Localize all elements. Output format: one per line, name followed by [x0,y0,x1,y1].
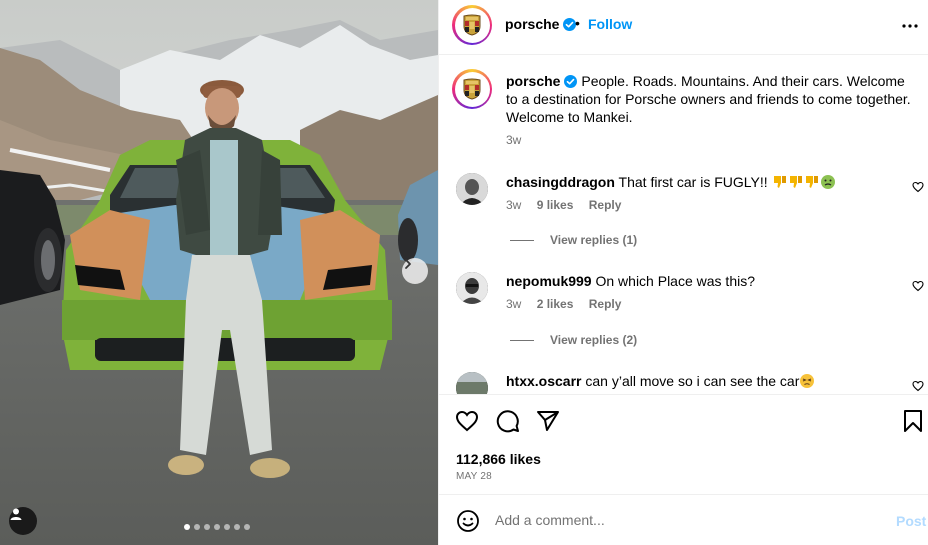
post-date[interactable]: MAY 28 [456,471,492,482]
smiley-icon[interactable] [456,509,480,533]
comment-input[interactable] [495,508,875,532]
carousel-next-button[interactable] [402,258,428,284]
heart-icon[interactable] [455,409,479,433]
carousel-indicator [184,524,250,530]
comment-username[interactable]: htxx.oscarr [506,373,581,389]
comment-timestamp[interactable]: 3w [506,198,521,212]
carousel-dot [184,524,190,530]
avatar[interactable] [452,5,492,45]
caption-timestamp[interactable]: 3w [506,133,521,147]
comment-meta: 3w 2 likes Reply [506,297,633,311]
carousel-dot [244,524,250,530]
avatar-image [456,372,488,394]
comment-text: That first car is FUGLY!! [618,174,768,190]
comment-likes[interactable]: 2 likes [537,297,574,311]
comment-timestamp[interactable]: 3w [506,297,521,311]
add-comment-bar: Post [439,494,928,545]
chevron-right-icon [405,259,411,269]
username-text: porsche [505,16,560,32]
heart-icon[interactable] [912,181,924,193]
comment-username[interactable]: chasingddragon [506,174,615,190]
share-icon[interactable] [536,409,560,433]
follow-button[interactable]: Follow [588,16,632,32]
comment-username[interactable]: nepomuk999 [506,273,592,289]
comment-likes[interactable]: 9 likes [537,198,574,212]
post-photo [0,0,438,545]
post-actions: 112,866 likes MAY 28 [439,394,928,494]
post-comment-button[interactable]: Post [896,513,926,529]
comment-text-line: chasingddragon That first car is FUGLY!! [506,173,896,191]
view-replies-button[interactable]: View replies (2) [510,333,637,347]
thumbs-down-icon [789,176,802,188]
likes-count[interactable]: 112,866 likes [456,451,541,467]
commenter-avatar[interactable] [456,372,488,394]
header-separator: • [575,15,580,31]
reply-button[interactable]: Reply [589,297,622,311]
heart-icon[interactable] [912,280,924,292]
comment-meta: 3w 9 likes Reply [506,198,633,212]
verified-badge-icon [564,75,578,88]
avatar-image [456,272,488,304]
post-author-username[interactable]: porsche [505,16,577,32]
carousel-dot [224,524,230,530]
more-horizontal-icon[interactable] [901,17,919,35]
post-caption: porsche People. Roads. Mountains. And th… [506,72,916,126]
replies-divider [510,339,534,341]
comment-icon[interactable] [496,409,520,433]
caption-username[interactable]: porsche [506,73,560,89]
carousel-dot [214,524,220,530]
reply-button[interactable]: Reply [589,198,622,212]
commenter-avatar[interactable] [456,272,488,304]
commenter-avatar[interactable] [456,173,488,205]
post-header: porsche • Follow [439,0,928,55]
tagged-users-button[interactable] [9,507,37,535]
view-replies-label: View replies (1) [550,233,638,247]
view-replies-label: View replies (2) [550,333,638,347]
carousel-dot [194,524,200,530]
caption-avatar[interactable] [452,69,492,109]
bookmark-icon[interactable] [901,409,925,433]
persevering-face-icon [800,374,815,388]
avatar-image [456,173,488,205]
heart-icon[interactable] [912,380,924,392]
post-media[interactable] [0,0,438,545]
porsche-crest-icon [463,78,481,100]
replies-divider [510,239,534,241]
comment-text: can y’all move so i can see the car [585,373,800,389]
carousel-dot [204,524,210,530]
comments-list[interactable]: porsche People. Roads. Mountains. And th… [439,56,928,394]
comment-text: On which Place was this? [595,273,756,289]
view-replies-button[interactable]: View replies (1) [510,233,637,247]
post-sidebar: porsche • Follow porsche People. Roads. … [438,0,928,545]
porsche-crest-icon [463,14,481,36]
thumbs-down-icon [773,176,786,188]
nauseated-face-icon [820,175,835,189]
thumbs-down-icon [805,176,818,188]
carousel-dot [234,524,240,530]
comment-text-line: nepomuk999 On which Place was this? [506,272,896,290]
user-tag-icon [10,508,22,520]
comment-text-line: htxx.oscarr can y’all move so i can see … [506,372,896,390]
